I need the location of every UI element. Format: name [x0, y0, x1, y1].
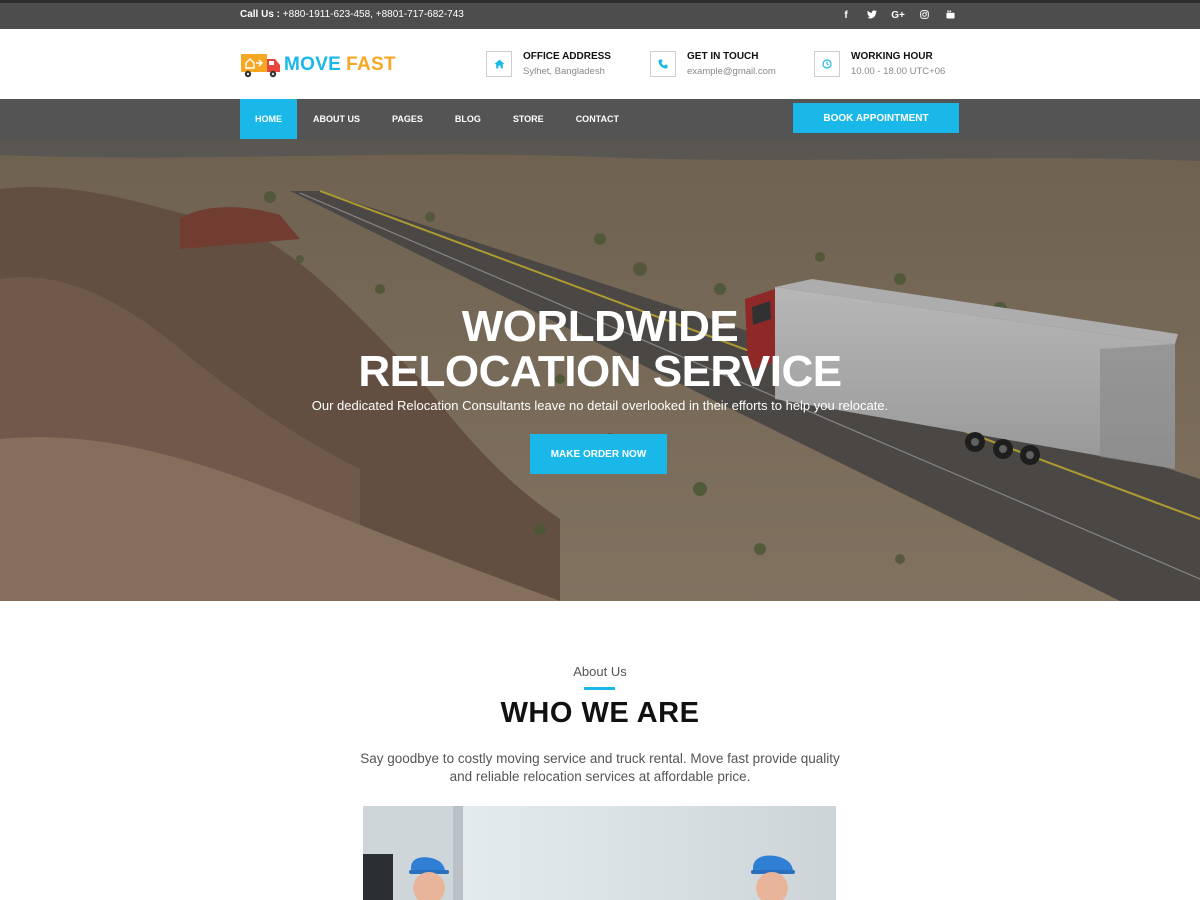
top-bar: Call Us : +880-1911-623-458, +8801-717-6… [0, 0, 1200, 29]
about-section-title: WHO WE ARE [500, 697, 700, 729]
get-in-touch-block: GET IN TOUCH example@gmail.com [650, 51, 776, 77]
working-hour-block: WORKING HOUR 10.00 - 18.00 UTC+06 [814, 51, 945, 77]
call-us-text: Call Us : +880-1911-623-458, +8801-717-6… [240, 9, 464, 20]
youtube-icon[interactable] [937, 10, 963, 22]
book-appointment-button[interactable]: BOOK APPOINTMENT [793, 103, 959, 133]
logo-text-move: MOVE [284, 54, 342, 75]
hero-title-line2: RELOCATION SERVICE [358, 347, 842, 396]
office-address-block: OFFICE ADDRESS Sylhet, Bangladesh [486, 51, 611, 77]
make-order-button[interactable]: MAKE ORDER NOW [530, 434, 667, 474]
nav-item-store[interactable]: STORE [497, 99, 560, 139]
main-nav: HOME ABOUT US PAGES BLOG STORE CONTACT B… [0, 99, 1200, 139]
site-header: MOVE FAST OFFICE ADDRESS Sylhet, Banglad… [0, 29, 1200, 99]
movers-photo-illustration [363, 806, 795, 900]
office-address-value: Sylhet, Bangladesh [523, 66, 605, 77]
nav-items: HOME ABOUT US PAGES BLOG STORE CONTACT [240, 99, 635, 139]
clock-icon [814, 51, 840, 77]
nav-item-home[interactable]: HOME [240, 99, 297, 139]
nav-item-pages[interactable]: PAGES [376, 99, 439, 139]
hero-banner: WORLDWIDE RELOCATION SERVICE Our dedicat… [0, 139, 1200, 601]
hero-description: Our dedicated Relocation Consultants lea… [311, 398, 889, 413]
working-hour-title: WORKING HOUR [851, 51, 933, 62]
truck-logo-icon [241, 54, 280, 78]
call-us-label: Call Us : [240, 9, 281, 20]
about-section-label: About Us [573, 664, 627, 679]
get-in-touch-title: GET IN TOUCH [687, 51, 759, 62]
phone-icon [650, 51, 676, 77]
nav-item-about-us[interactable]: ABOUT US [297, 99, 376, 139]
facebook-icon[interactable]: f [833, 10, 859, 22]
home-icon [486, 51, 512, 77]
twitter-icon[interactable] [859, 10, 885, 22]
office-address-title: OFFICE ADDRESS [523, 51, 611, 62]
nav-item-blog[interactable]: BLOG [439, 99, 497, 139]
movers-photo [363, 806, 836, 900]
nav-item-contact[interactable]: CONTACT [560, 99, 635, 139]
instagram-icon[interactable] [911, 10, 937, 22]
hero-title-line1: WORLDWIDE [461, 302, 739, 351]
logo-text-fast: FAST [346, 54, 396, 75]
google-plus-icon[interactable]: G+ [885, 10, 911, 22]
about-divider [584, 687, 615, 690]
logo[interactable]: MOVE FAST [240, 51, 396, 79]
contact-email[interactable]: example@gmail.com [687, 66, 776, 77]
about-section-text: Say goodbye to costly moving service and… [360, 751, 840, 784]
call-us-numbers: +880-1911-623-458, +8801-717-682-743 [282, 9, 464, 20]
working-hour-value: 10.00 - 18.00 UTC+06 [851, 66, 946, 77]
social-links: f G+ [833, 10, 963, 22]
